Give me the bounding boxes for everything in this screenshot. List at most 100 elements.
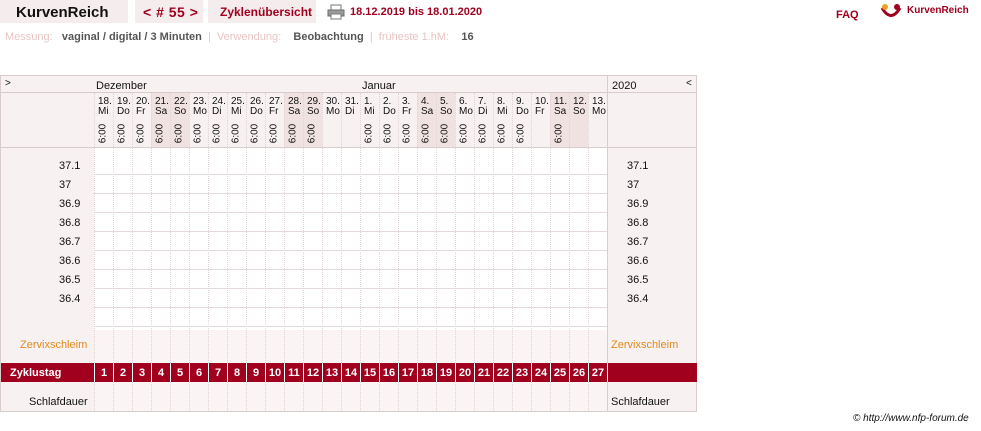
cycle-day-cell: 12 xyxy=(303,363,322,382)
printer-icon[interactable] xyxy=(327,4,345,20)
cycle-day-cell: 15 xyxy=(360,363,379,382)
weekday: Do xyxy=(250,106,263,117)
cycle-day-cell: 13 xyxy=(322,363,341,382)
temp-label-left: 36.5 xyxy=(59,274,81,286)
weekday: Do xyxy=(516,106,529,117)
cycle-day-cell: 23 xyxy=(512,363,531,382)
zyklustag-row: Zyklustag 1 2 3 4 5 6 7 8 9 10 11 12 13 14 15 16 17 18 19 2… xyxy=(1,363,697,382)
weekday: Di xyxy=(212,106,222,117)
cycle-day-cell: 4 xyxy=(151,363,170,382)
measurement-time: 6:00 xyxy=(97,123,109,144)
zervix-label-right: Zervixschleim xyxy=(611,339,679,351)
weekday: Mo xyxy=(592,106,606,117)
temp-label-right: 36.8 xyxy=(627,217,649,229)
weekday: Mi xyxy=(231,106,242,117)
weekday: Sa xyxy=(554,106,567,117)
cycle-nav-tab[interactable]: < # 55 > xyxy=(135,0,203,23)
cycle-day-cell: 24 xyxy=(531,363,550,382)
scroll-right-button[interactable]: < xyxy=(686,78,692,89)
measurement-time: 6:00 xyxy=(135,123,147,144)
cycle-day-cell: 21 xyxy=(474,363,493,382)
cycle-day-cell: 18 xyxy=(417,363,436,382)
weekday: Fr xyxy=(402,106,412,117)
cycle-overview-link[interactable]: Zyklenübersicht xyxy=(220,5,312,19)
weekday: Mi xyxy=(497,106,508,117)
measurement-time: 6:00 xyxy=(230,123,242,144)
weekday: Mi xyxy=(364,106,375,117)
scroll-left-button[interactable]: > xyxy=(5,78,11,89)
weekday: Mo xyxy=(326,106,340,117)
temp-label-right: 36.6 xyxy=(627,255,649,267)
schlafdauer-label-left: Schlafdauer xyxy=(29,396,88,408)
hm-value: 16 xyxy=(461,31,474,43)
month-divider xyxy=(1,92,697,93)
cycle-day-cell: 25 xyxy=(550,363,569,382)
weekday: So xyxy=(174,106,187,117)
cycle-nav[interactable]: < # 55 > xyxy=(143,4,198,20)
temp-label-left: 36.8 xyxy=(59,217,81,229)
year-label: 2020 xyxy=(612,80,637,92)
temp-label-left: 37.1 xyxy=(59,160,81,172)
faq-link[interactable]: FAQ xyxy=(836,9,859,21)
temp-label-right: 36.4 xyxy=(627,293,649,305)
cycle-day-cell: 2 xyxy=(113,363,132,382)
app-title-tab: KurvenReich xyxy=(0,0,128,23)
weekday: Mo xyxy=(459,106,473,117)
measurement-time: 6:00 xyxy=(439,123,451,144)
measurement-time: 6:00 xyxy=(458,123,470,144)
zyklustag-label: Zyklustag xyxy=(10,367,62,379)
cycle-day-cell: 9 xyxy=(246,363,265,382)
cycle-day-cell: 22 xyxy=(493,363,512,382)
cycle-day-cell: 14 xyxy=(341,363,360,382)
messung-value: vaginal / digital / 3 Minuten xyxy=(61,31,202,43)
cycle-day-cell: 20 xyxy=(455,363,474,382)
cycle-day-cell: 11 xyxy=(284,363,303,382)
temp-label-left: 36.9 xyxy=(59,198,81,210)
cycle-day-cell: 26 xyxy=(569,363,588,382)
measurement-time: 6:00 xyxy=(268,123,280,144)
weekday: Di xyxy=(345,106,355,117)
info-line: Messung: vaginal / digital / 3 Minuten |… xyxy=(5,31,474,43)
zervix-label-left: Zervixschleim xyxy=(20,339,88,351)
measurement-time: 6:00 xyxy=(116,123,128,144)
weekday: Di xyxy=(478,106,488,117)
measurement-time: 6:00 xyxy=(154,123,166,144)
weekday: Sa xyxy=(155,106,168,117)
measurement-time: 6:00 xyxy=(363,123,375,144)
month-december: Dezember xyxy=(96,80,147,92)
date-range: 18.12.2019 bis 18.01.2020 xyxy=(350,6,483,18)
hm-label: früheste 1.hM: xyxy=(378,31,450,43)
cycle-day-end xyxy=(607,363,608,382)
measurement-time: 6:00 xyxy=(553,123,565,144)
app-title: KurvenReich xyxy=(16,4,109,21)
cycle-day-cell: 1 xyxy=(94,363,113,382)
temp-label-right: 36.7 xyxy=(627,236,649,248)
temp-label-left: 36.6 xyxy=(59,255,81,267)
weekday: Mi xyxy=(98,106,109,117)
kurvenreich-logo-icon xyxy=(880,4,902,17)
weekday: Sa xyxy=(421,106,434,117)
weekday: Fr xyxy=(269,106,279,117)
cycle-overview-tab[interactable]: Zyklenübersicht xyxy=(208,0,316,23)
weekday: Fr xyxy=(535,106,545,117)
schlafdauer-label-right: Schlafdauer xyxy=(611,396,670,408)
temp-label-left: 36.4 xyxy=(59,293,81,305)
weekday: So xyxy=(307,106,320,117)
weekday: So xyxy=(440,106,453,117)
temp-label-right: 37.1 xyxy=(627,160,649,172)
cycle-day-cell: 3 xyxy=(132,363,151,382)
cycle-day-cell: 17 xyxy=(398,363,417,382)
measurement-time: 6:00 xyxy=(496,123,508,144)
right-divider xyxy=(607,75,608,412)
weekday: Do xyxy=(117,106,130,117)
measurement-time: 6:00 xyxy=(420,123,432,144)
cycle-day-cell: 6 xyxy=(189,363,208,382)
measurement-time: 6:00 xyxy=(477,123,489,144)
temp-label-right: 36.9 xyxy=(627,198,649,210)
measurement-time: 6:00 xyxy=(287,123,299,144)
temp-label-left: 37 xyxy=(59,179,72,191)
temp-label-right: 36.5 xyxy=(627,274,649,286)
measurement-time: 6:00 xyxy=(173,123,185,144)
weekday: Mo xyxy=(193,106,207,117)
cycle-day-cell: 7 xyxy=(208,363,227,382)
